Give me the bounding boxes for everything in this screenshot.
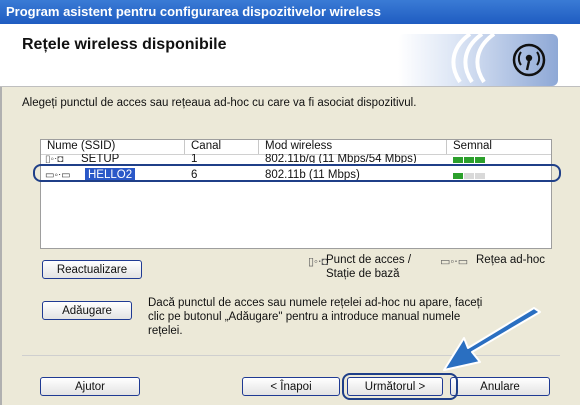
signal-bar: [464, 157, 474, 163]
selected-row-outline: [33, 164, 561, 182]
channel-cell: 1: [191, 154, 198, 163]
wifi-broadcast-icon: [398, 34, 558, 86]
mode-cell: 802.11b/g (11 Mbps/54 Mbps): [265, 154, 417, 163]
add-button[interactable]: Adăugare: [42, 301, 132, 320]
page-title: Rețele wireless disponibile: [22, 36, 227, 53]
callout-arrow-icon: [443, 307, 541, 371]
signal-bar: [453, 157, 463, 163]
wizard-header: Rețele wireless disponibile: [0, 24, 580, 87]
signal-strength-indicator: [453, 157, 501, 163]
table-row[interactable]: ▯◦⋅◘ SETUP 1 802.11b/g (11 Mbps/54 Mbps): [41, 154, 551, 163]
signal-bar: [475, 157, 485, 163]
legend-ad-hoc: Rețea ad-hoc: [476, 254, 546, 266]
ad-hoc-icon: ▭◦⋅▭: [440, 256, 469, 268]
access-point-icon: ▯◦⋅◘: [45, 154, 64, 163]
help-button[interactable]: Ajutor: [40, 377, 140, 396]
ssid-cell: SETUP: [81, 154, 120, 163]
column-header-channel[interactable]: Canal: [185, 140, 259, 154]
column-header-mode[interactable]: Mod wireless: [259, 140, 447, 154]
refresh-button[interactable]: Reactualizare: [42, 260, 142, 279]
network-list[interactable]: Nume (SSID) Canal Mod wireless Semnal ▯◦…: [33, 139, 561, 249]
window-title: Program asistent pentru configurarea dis…: [6, 4, 381, 19]
column-header-ssid[interactable]: Nume (SSID): [41, 140, 185, 154]
column-header-signal[interactable]: Semnal: [447, 140, 551, 154]
legend-access-point: Punct de acces / Stație de bază: [326, 254, 412, 280]
instruction-text: Alegeți punctul de acces sau rețeaua ad-…: [22, 97, 417, 109]
back-button[interactable]: < Înapoi: [242, 377, 340, 396]
window-title-bar: Program asistent pentru configurarea dis…: [0, 0, 580, 24]
